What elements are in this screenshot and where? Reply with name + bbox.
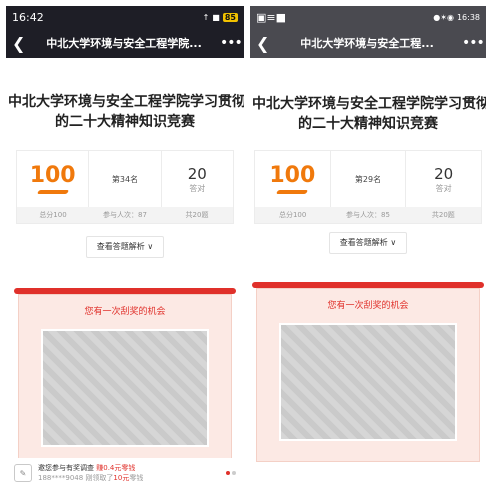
status-left-icons: ▣≡■ (256, 10, 287, 24)
total-score: 总分100 (39, 211, 67, 219)
score-value: 100 (29, 162, 76, 188)
scratch-card: 您有一次刮奖的机会 (256, 288, 480, 462)
right-screenshot: ▣≡■ ●✶◉ 16:38 ❮ 中北大学环境与安全工程... ••• 中北大学环… (250, 6, 486, 488)
rank-value: 第29名 (354, 174, 382, 184)
status-right-icons: ●✶◉ (433, 12, 454, 22)
survey-text: 邀您参与有奖调查 赚0.4元零钱 188****9048 刚领取了10元零钱 (38, 464, 144, 482)
score-underline-icon (36, 189, 69, 194)
back-icon[interactable]: ❮ (12, 34, 28, 53)
score-card: 100 第29名 20 答对 总分100 参与人次：85 共20题 (254, 150, 482, 224)
score-underline-icon (276, 189, 309, 194)
wifi-icon: ■ (212, 12, 220, 22)
status-bar: ▣≡■ ●✶◉ 16:38 (250, 6, 486, 28)
status-icons: ●✶◉ 16:38 (433, 13, 480, 22)
more-icon[interactable]: ••• (462, 35, 485, 51)
score-cell: 100 (255, 151, 331, 207)
pager-dots (226, 471, 236, 475)
back-icon[interactable]: ❮ (256, 34, 272, 53)
window-title: 中北大学环境与安全工程学院... (46, 37, 202, 50)
signal-icon: ↑ (202, 12, 210, 22)
score-card: 100 第34名 20 答对 总分100 参与人次：87 共20题 (16, 150, 234, 224)
correct-label: 答对 (435, 183, 452, 193)
view-analysis-button[interactable]: 查看答题解析 ∨ (86, 236, 164, 258)
scratch-card: 您有一次刮奖的机会 (18, 294, 232, 470)
view-analysis-button[interactable]: 查看答题解析 ∨ (329, 232, 407, 254)
chance-text: 您有一次刮奖的机会 (327, 301, 409, 311)
pager-dot (232, 471, 236, 475)
total-score: 总分100 (278, 211, 307, 219)
survey-icon: ✎ (14, 464, 32, 482)
question-total: 共20题 (431, 211, 455, 219)
correct-label: 答对 (189, 183, 206, 193)
survey-banner[interactable]: ✎ 邀您参与有奖调查 赚0.4元零钱 188****9048 刚领取了10元零钱 (6, 458, 244, 488)
score-cell: 100 (17, 151, 90, 207)
correct-count: 20 (434, 164, 454, 183)
status-time: 16:42 (12, 10, 44, 24)
left-screenshot: 16:42 ↑ ■ 85 ❮ 中北大学环境与安全工程学院... ••• 中北大学… (6, 6, 244, 488)
scratch-area[interactable] (41, 329, 209, 447)
score-value: 100 (269, 162, 316, 188)
scratch-section: 您有一次刮奖的机会 (252, 282, 484, 462)
title-bar: ❮ 中北大学环境与安全工程学院... ••• (6, 28, 244, 58)
participants-count: 参与人次：85 (346, 211, 390, 219)
window-title: 中北大学环境与安全工程... (300, 37, 434, 50)
scratch-area[interactable] (279, 323, 457, 441)
chance-text: 您有一次刮奖的机会 (84, 307, 166, 317)
rank-value: 第34名 (111, 174, 139, 184)
chevron-down-icon: ∨ (390, 238, 397, 247)
status-icons: ↑ ■ 85 (202, 12, 238, 22)
battery-icon: 85 (222, 12, 238, 22)
pager-dot-active (226, 471, 230, 475)
quiz-title: 中北大学环境与安全工程学院学习贯彻党 的二十大精神知识竞赛 (8, 94, 244, 130)
correct-count: 20 (187, 164, 207, 183)
more-icon[interactable]: ••• (220, 35, 243, 51)
scratch-section: 您有一次刮奖的机会 (14, 288, 236, 470)
quiz-title: 中北大学环境与安全工程学院学习贯彻党 的二十大精神知识竞赛 (252, 96, 486, 132)
rank-cell: 第34名 (89, 151, 162, 207)
correct-cell: 20 答对 (162, 151, 233, 207)
status-bar: 16:42 ↑ ■ 85 (6, 6, 244, 28)
title-bar: ❮ 中北大学环境与安全工程... ••• (250, 28, 486, 58)
participants-count: 参与人次：87 (103, 211, 147, 219)
status-time: 16:38 (456, 12, 480, 22)
correct-cell: 20 答对 (406, 151, 481, 207)
rank-cell: 第29名 (331, 151, 407, 207)
chevron-down-icon: ∨ (147, 242, 154, 251)
question-total: 共20题 (185, 211, 209, 219)
